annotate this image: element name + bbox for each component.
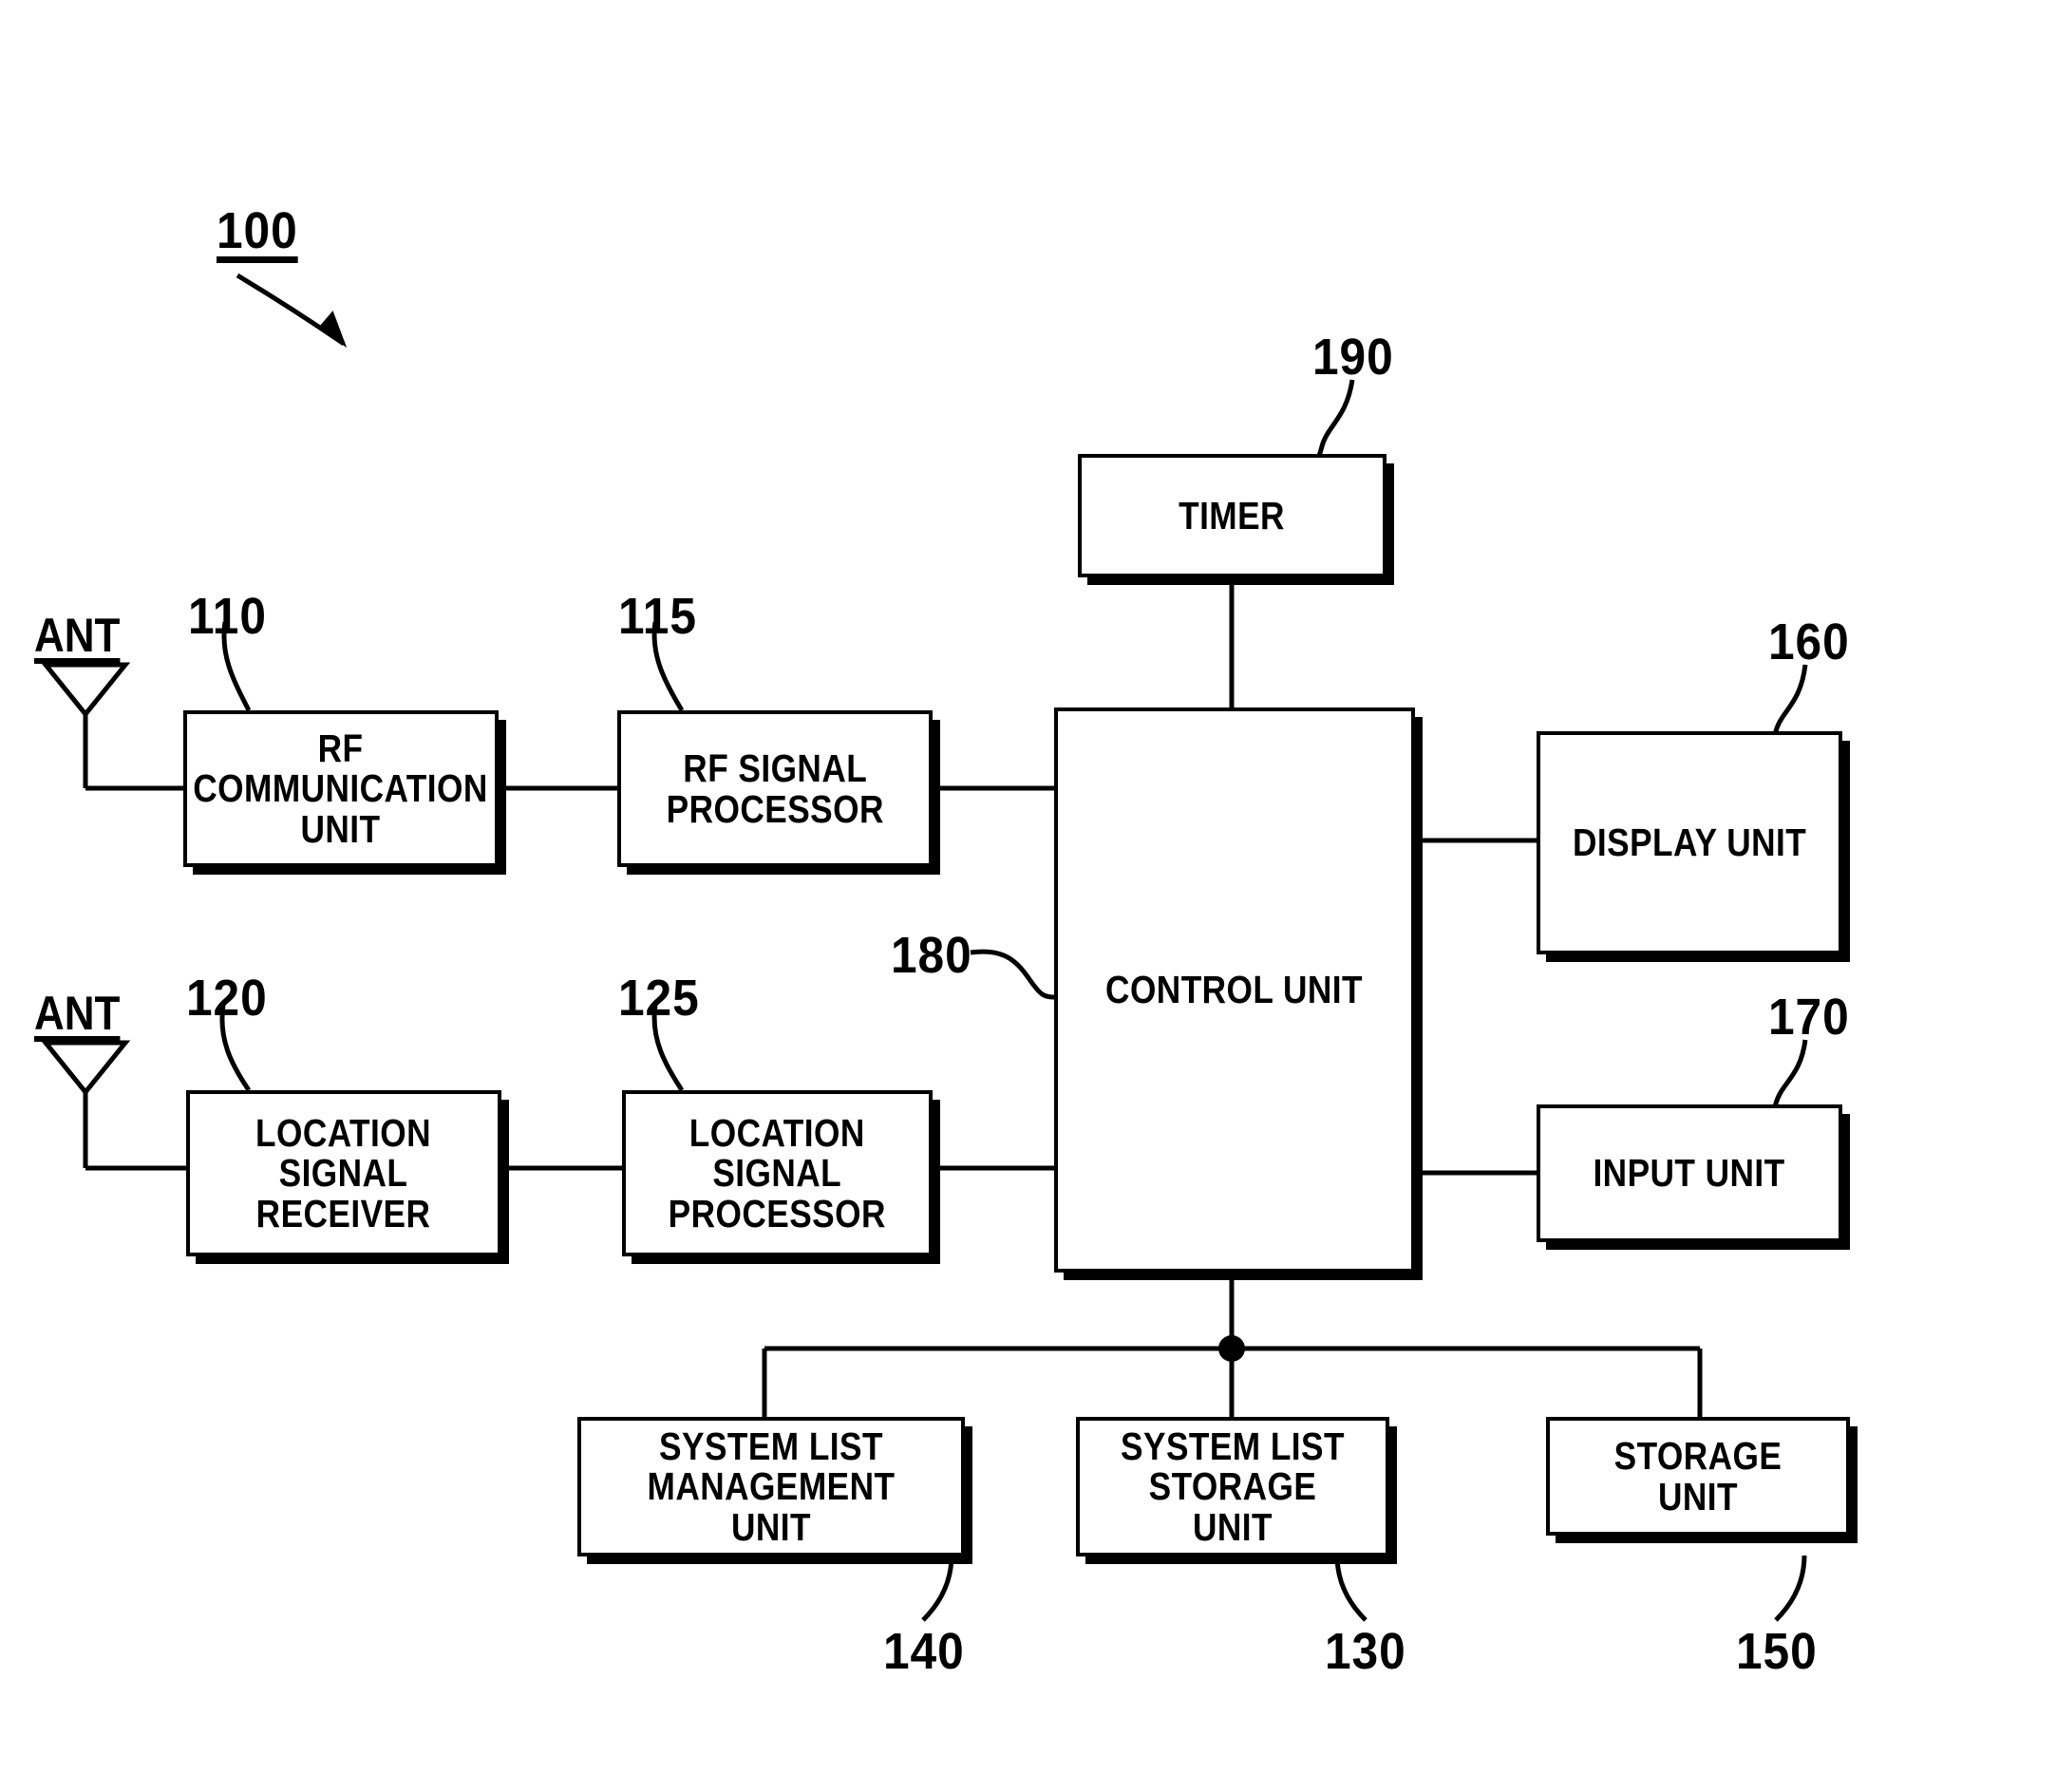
- block-rf-communication-unit[interactable]: RF COMMUNICATION UNIT: [183, 710, 499, 867]
- block-system-list-storage-unit[interactable]: SYSTEM LIST STORAGE UNIT: [1076, 1417, 1389, 1556]
- ref-110: 110: [188, 588, 267, 645]
- block-display-unit[interactable]: DISPLAY UNIT: [1537, 731, 1842, 954]
- antenna-top-icon: [40, 662, 183, 791]
- leader-140: [921, 1555, 954, 1622]
- ref-160: 160: [1768, 613, 1850, 670]
- antenna-bottom-label: ANT: [34, 987, 121, 1040]
- block-label: STORAGE UNIT: [1613, 1433, 1782, 1518]
- block-label: LOCATION SIGNAL PROCESSOR: [668, 1110, 887, 1236]
- block-control-unit[interactable]: CONTROL UNIT: [1054, 707, 1415, 1273]
- block-storage-unit[interactable]: STORAGE UNIT: [1546, 1417, 1850, 1536]
- block-system-list-management-unit[interactable]: SYSTEM LIST MANAGEMENT UNIT: [577, 1417, 965, 1556]
- block-input-unit[interactable]: INPUT UNIT: [1537, 1104, 1842, 1242]
- ref-180: 180: [891, 927, 972, 984]
- ref-115: 115: [618, 588, 697, 645]
- leader-150: [1774, 1555, 1807, 1622]
- block-label: CONTROL UNIT: [1105, 968, 1364, 1012]
- leader-100-arrowhead: [318, 311, 348, 349]
- bus-junction-dot: [1218, 1335, 1245, 1362]
- antenna-top-label: ANT: [34, 609, 121, 662]
- block-label: SYSTEM LIST MANAGEMENT UNIT: [647, 1424, 896, 1549]
- ref-140: 140: [883, 1623, 965, 1680]
- ref-190: 190: [1312, 329, 1394, 386]
- block-label: DISPLAY UNIT: [1572, 821, 1807, 865]
- block-label: LOCATION SIGNAL RECEIVER: [255, 1110, 432, 1236]
- ref-150: 150: [1736, 1623, 1818, 1680]
- block-label: TIMER: [1179, 493, 1286, 538]
- block-label: SYSTEM LIST STORAGE UNIT: [1121, 1424, 1345, 1549]
- block-timer[interactable]: TIMER: [1078, 454, 1386, 577]
- ref-120: 120: [186, 970, 268, 1027]
- block-location-signal-receiver[interactable]: LOCATION SIGNAL RECEIVER: [186, 1090, 501, 1256]
- patent-figure-canvas: RF COMMUNICATION UNIT RF SIGNAL PROCESSO…: [0, 0, 2056, 1792]
- ref-125: 125: [618, 970, 700, 1027]
- block-location-signal-processor[interactable]: LOCATION SIGNAL PROCESSOR: [622, 1090, 933, 1256]
- block-label: RF SIGNAL PROCESSOR: [666, 745, 884, 831]
- block-label: RF COMMUNICATION UNIT: [193, 726, 489, 851]
- leader-180: [970, 949, 1055, 1000]
- block-rf-signal-processor[interactable]: RF SIGNAL PROCESSOR: [617, 710, 933, 867]
- antenna-bottom-icon: [40, 1040, 190, 1171]
- ref-130: 130: [1325, 1623, 1406, 1680]
- ref-figure-100: 100: [217, 202, 298, 259]
- ref-170: 170: [1768, 989, 1850, 1046]
- leader-130: [1334, 1555, 1368, 1622]
- block-label: INPUT UNIT: [1593, 1151, 1786, 1196]
